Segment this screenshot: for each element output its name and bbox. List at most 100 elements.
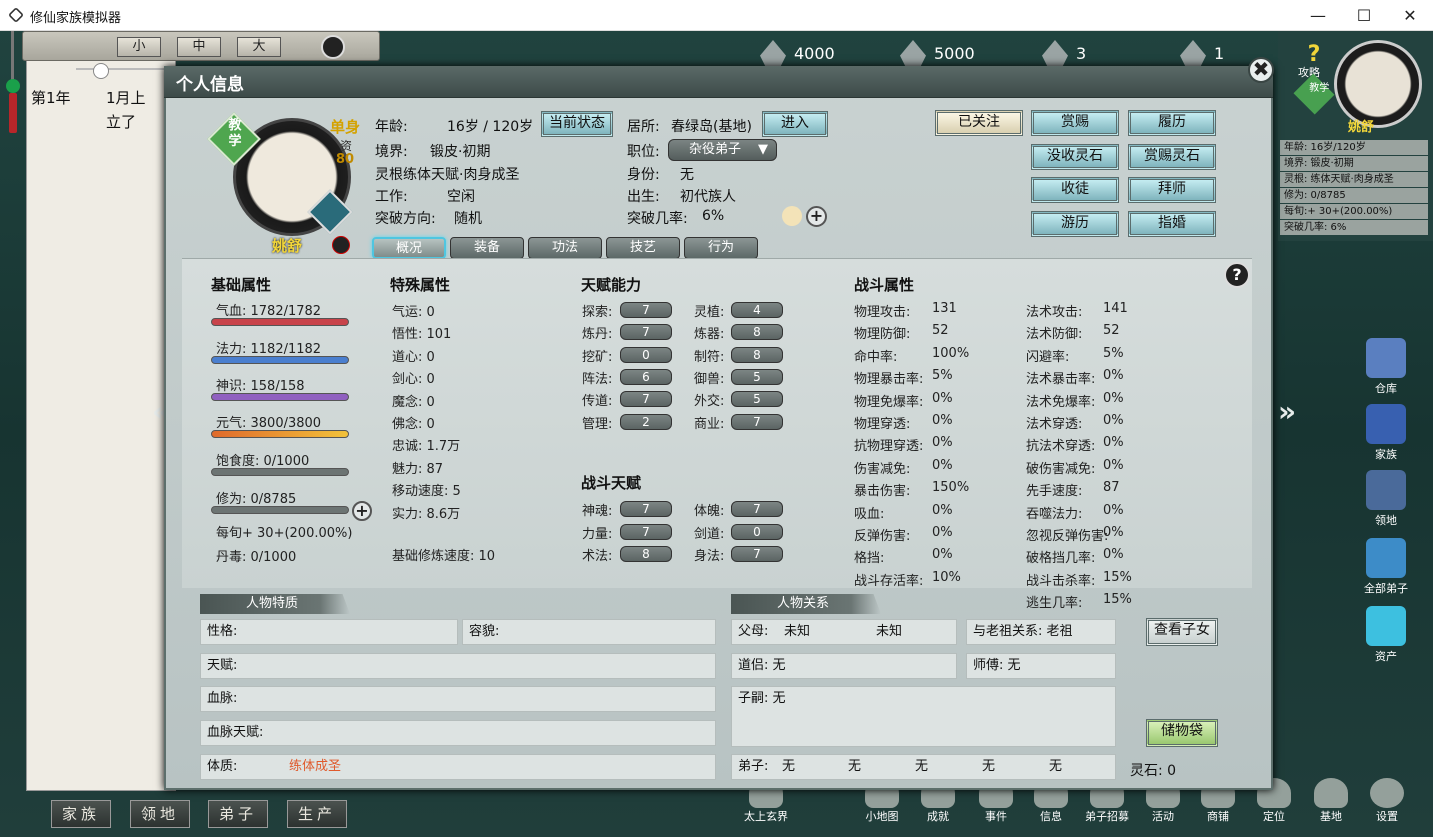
teach-badge-text: 教学 <box>1309 83 1330 95</box>
tab-overview[interactable]: 概况 <box>372 237 446 259</box>
nav-activity-label: 活动 <box>1152 810 1174 823</box>
tab-disciples[interactable]: 弟子 <box>208 800 268 828</box>
chance-value: 6% <box>702 208 725 224</box>
tab-techniques[interactable]: 功法 <box>528 237 602 259</box>
special-attribute-row: 实力: 8.6万 <box>392 506 461 522</box>
current-status-button[interactable]: 当前状态 <box>541 111 613 137</box>
talent-value: 5 <box>731 368 783 385</box>
tab-equipment[interactable]: 装备 <box>450 237 524 259</box>
partner-field: 道侣: 无 <box>731 653 957 679</box>
decorative-cord <box>4 31 22 141</box>
enter-button[interactable]: 进入 <box>762 111 828 137</box>
combat-stat-label: 法术防御: <box>1026 327 1083 343</box>
nav-locate-label: 定位 <box>1263 810 1285 823</box>
resource-1-value: 4000 <box>794 43 835 63</box>
master-field: 师傅: 无 <box>966 653 1116 679</box>
post-dropdown[interactable]: 杂役弟子 ▼ <box>668 139 777 161</box>
battle-talent-value: 7 <box>620 523 672 540</box>
size-large-button[interactable]: 大 <box>237 37 281 57</box>
combat-stat-label: 逃生几率: <box>1026 596 1083 612</box>
travel-button[interactable]: 游历 <box>1031 211 1119 237</box>
storage-bag-button[interactable]: 储物袋 <box>1146 719 1218 747</box>
nav-taishang-label: 太上玄界 <box>744 810 788 823</box>
looks-field: 容貌: <box>462 619 716 645</box>
combat-stat-value: 15% <box>1103 569 1132 585</box>
bloodline-field: 血脉: <box>200 686 716 712</box>
gem-icon <box>1366 606 1406 646</box>
tab-behavior[interactable]: 行为 <box>684 237 758 259</box>
spirit-stones: 灵石: 0 <box>1130 763 1177 779</box>
tab-family[interactable]: 家族 <box>51 800 111 828</box>
combat-stat-label: 破伤害减免: <box>1026 461 1096 477</box>
warehouse-button[interactable]: 仓库 <box>1360 338 1412 396</box>
talent-value: 7 <box>620 391 672 408</box>
assets-button[interactable]: 资产 <box>1360 606 1412 664</box>
combat-stat-value: 0% <box>932 435 953 451</box>
rename-brush-icon[interactable] <box>332 236 350 254</box>
special-attribute-row: 魔念: 0 <box>392 394 435 410</box>
combat-stat-label: 法术暴击率: <box>1026 372 1096 388</box>
combat-stat-value: 0% <box>1103 502 1124 518</box>
per-period-label: 每旬+ 30+(200.00%) <box>216 526 353 541</box>
minimize-button[interactable]: — <box>1295 0 1341 31</box>
physique-label: 体质: <box>207 759 238 774</box>
disciples-icon <box>1366 538 1406 578</box>
sense-label: 神识: 158/158 <box>216 379 305 394</box>
talent-label: 传道: <box>582 394 613 410</box>
birth-value: 初代族人 <box>680 189 736 205</box>
next-character-arrow[interactable]: » <box>1268 395 1306 428</box>
parents-field: 父母: 未知 未知 <box>731 619 957 645</box>
nav-base-label: 基地 <box>1320 810 1342 823</box>
followed-button[interactable]: 已关注 <box>935 110 1023 136</box>
add-cultivation-plus-icon[interactable]: + <box>352 501 372 521</box>
nav-settings[interactable]: 设置 <box>1361 778 1413 824</box>
special-attribute-row: 气运: 0 <box>392 305 435 320</box>
talent-label: 探索: <box>582 305 613 320</box>
confiscate-stones-button[interactable]: 没收灵石 <box>1031 144 1119 170</box>
combat-stat-value: 150% <box>932 480 970 496</box>
plus-icon[interactable]: + <box>806 206 827 227</box>
tab-skills[interactable]: 技艺 <box>606 237 680 259</box>
right-name: 姚舒 <box>1348 120 1375 135</box>
nav-base[interactable]: 基地 <box>1305 778 1357 824</box>
log-month: 1月上 <box>106 89 146 107</box>
special-attribute-row: 魅力: 87 <box>392 461 444 477</box>
territory-button[interactable]: 领地 <box>1360 470 1412 528</box>
meditation-icon[interactable] <box>782 206 802 226</box>
reward-stones-button[interactable]: 赏赐灵石 <box>1128 144 1216 170</box>
food-bar <box>211 468 349 476</box>
family-button[interactable]: 家族 <box>1360 404 1412 462</box>
take-apprentice-button[interactable]: 收徒 <box>1031 177 1119 203</box>
combat-stat-value: 0% <box>1103 547 1124 563</box>
mother-value: 未知 <box>876 624 903 639</box>
tab-production[interactable]: 生产 <box>287 800 347 828</box>
reward-button[interactable]: 赏赐 <box>1031 110 1119 136</box>
parents-label: 父母: <box>738 624 769 639</box>
maximize-button[interactable]: ☐ <box>1341 0 1387 31</box>
birth-label: 出生: <box>627 189 660 205</box>
arrange-marriage-button[interactable]: 指婚 <box>1128 211 1216 237</box>
help-icon[interactable]: ? <box>1224 262 1250 288</box>
tab-territory[interactable]: 领地 <box>130 800 190 828</box>
work-label: 工作: <box>375 189 408 205</box>
view-children-button[interactable]: 查看子女 <box>1146 618 1218 646</box>
combat-stat-value: 15% <box>1103 592 1132 608</box>
all-disciples-button[interactable]: 全部弟子 <box>1360 538 1412 596</box>
avatar-small[interactable] <box>1334 40 1422 128</box>
combat-stat-label: 暴击伤害: <box>854 484 911 500</box>
dialog-close-button[interactable]: ✖ <box>1248 57 1274 83</box>
history-button[interactable]: 履历 <box>1128 110 1216 136</box>
combat-attributes-title: 战斗属性 <box>854 276 915 294</box>
talent-label: 炼丹: <box>582 327 613 343</box>
seek-master-button[interactable]: 拜师 <box>1128 177 1216 203</box>
size-small-button[interactable]: 小 <box>117 37 161 57</box>
combat-stat-value: 5% <box>932 368 953 384</box>
lock-icon[interactable] <box>321 35 345 59</box>
vital-label: 元气: 3800/3800 <box>216 416 322 431</box>
scroll-slider-handle[interactable] <box>93 63 109 79</box>
warehouse-icon <box>1366 338 1406 378</box>
disciple-slot: 无 <box>915 759 929 774</box>
close-window-button[interactable]: ✕ <box>1387 0 1433 31</box>
talent-value: 7 <box>731 413 783 430</box>
size-medium-button[interactable]: 中 <box>177 37 221 57</box>
